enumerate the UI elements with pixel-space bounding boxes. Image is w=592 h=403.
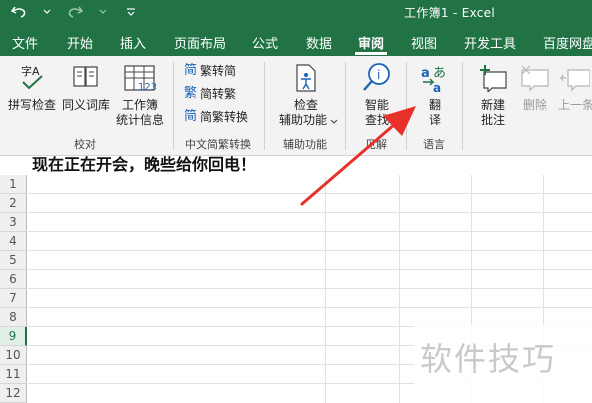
simp-to-trad-button[interactable]: 繁 简转繁 (184, 85, 264, 103)
active-tab-indicator (355, 52, 387, 55)
previous-comment-button[interactable]: 上一条 (556, 62, 592, 114)
row-header[interactable]: 5 (0, 251, 27, 270)
row-header[interactable]: 12 (0, 384, 27, 403)
row-header-selected[interactable]: 9 (0, 327, 27, 346)
accessibility-check-icon (296, 64, 316, 92)
customize-icon (127, 8, 135, 16)
tab-insert[interactable]: 插入 (120, 33, 146, 52)
row-header[interactable]: 1 (0, 175, 27, 194)
row-divider (28, 250, 592, 251)
new-comment-icon (480, 65, 507, 92)
chevron-down-icon (99, 9, 107, 14)
row-divider (28, 231, 592, 232)
group-separator (462, 62, 463, 150)
group-label-language: 语言 (423, 138, 445, 151)
svg-text:i: i (377, 68, 380, 82)
tab-data[interactable]: 数据 (306, 33, 332, 52)
row-divider (28, 193, 592, 194)
group-separator (406, 62, 407, 150)
row-header[interactable]: 6 (0, 270, 27, 289)
simp-trad-conversion-button[interactable]: 简 简繁转换 (184, 108, 264, 126)
spell-check-button[interactable]: 字A 拼写检查 (6, 62, 58, 124)
svg-text:a: a (421, 66, 430, 81)
check-accessibility-button[interactable]: 检查 辅助功能 (274, 62, 338, 132)
group-label-proofing: 校对 (74, 138, 96, 151)
quick-access-toolbar (8, 2, 142, 22)
conversion-icon: 简 (184, 109, 198, 124)
group-separator (173, 62, 174, 150)
undo-icon (11, 6, 26, 18)
group-separator (345, 62, 346, 150)
group-label-chinese-conversion: 中文简繁转换 (185, 138, 251, 151)
title-bar: 工作簿1 - Excel (0, 0, 592, 25)
svg-text:a: a (433, 81, 441, 94)
delete-comment-button[interactable]: 删除 (518, 62, 552, 114)
undo-button[interactable] (8, 2, 30, 22)
row-divider (28, 288, 592, 289)
undo-dropdown[interactable] (36, 2, 58, 22)
spell-check-icon: 字A (21, 64, 43, 90)
group-separator (264, 62, 265, 150)
window-title: 工作簿1 - Excel (404, 6, 495, 20)
smart-lookup-button[interactable]: i 智能 查找 (352, 62, 402, 132)
tab-page-layout[interactable]: 页面布局 (174, 33, 226, 52)
delete-comment-icon (521, 65, 549, 92)
group-label-accessibility: 辅助功能 (283, 138, 327, 151)
tab-home[interactable]: 开始 (67, 33, 93, 52)
translate-icon: a あ a (421, 66, 446, 94)
row-header[interactable]: 11 (0, 365, 27, 384)
translate-button[interactable]: a あ a 翻 译 (412, 62, 458, 132)
row-header[interactable]: 7 (0, 289, 27, 308)
svg-text:字A: 字A (21, 64, 40, 78)
chevron-down-icon (330, 119, 338, 124)
row-header[interactable]: 4 (0, 232, 27, 251)
tab-formulas[interactable]: 公式 (252, 33, 278, 52)
row-divider (28, 307, 592, 308)
thesaurus-button[interactable]: 同义词库 (60, 62, 112, 124)
trad-to-simp-icon: 简 (184, 63, 198, 78)
ribbon-review: 字A 拼写检查 同义词库 123 工作簿 统计信息 校对 简 繁转简 繁 简转繁 (0, 56, 592, 156)
thesaurus-icon (73, 66, 98, 87)
search-icon: i (363, 63, 390, 91)
redo-icon (68, 6, 83, 18)
previous-comment-icon (560, 69, 590, 92)
redo-dropdown[interactable] (92, 2, 114, 22)
tab-file[interactable]: 文件 (12, 33, 38, 52)
chevron-down-icon (43, 9, 51, 14)
customize-qat-button[interactable] (120, 2, 142, 22)
row-divider (28, 269, 592, 270)
svg-text:123: 123 (138, 82, 156, 92)
ribbon-tabs: 文件 开始 插入 页面布局 公式 数据 审阅 视图 开发工具 百度网盘 (0, 25, 592, 56)
group-label-insights: 见解 (365, 138, 387, 151)
row-header[interactable]: 2 (0, 194, 27, 213)
column-divider (399, 175, 400, 403)
watermark-text: 软件技巧 (420, 340, 557, 378)
row-header[interactable]: 3 (0, 213, 27, 232)
column-divider (325, 175, 326, 403)
tab-baidu-netdisk[interactable]: 百度网盘 (543, 33, 592, 52)
tab-view[interactable]: 视图 (411, 33, 437, 52)
new-comment-button[interactable]: 新建 批注 (468, 62, 518, 132)
redo-button[interactable] (64, 2, 86, 22)
workbook-statistics-button[interactable]: 123 工作簿 统计信息 (112, 62, 168, 132)
tab-developer[interactable]: 开发工具 (464, 33, 516, 52)
simp-to-trad-icon: 繁 (184, 86, 198, 101)
tab-review[interactable]: 审阅 (358, 33, 384, 52)
workbook-statistics-icon: 123 (124, 65, 156, 92)
row-header[interactable]: 10 (0, 346, 27, 365)
svg-text:あ: あ (433, 66, 446, 81)
row-header[interactable]: 8 (0, 308, 27, 327)
cell-overflow-text-strip: 现在正在开会，晚些给你回电！ (0, 156, 592, 175)
cell-a0-text: 现在正在开会，晚些给你回电！ (32, 156, 257, 174)
row-divider (28, 212, 592, 213)
